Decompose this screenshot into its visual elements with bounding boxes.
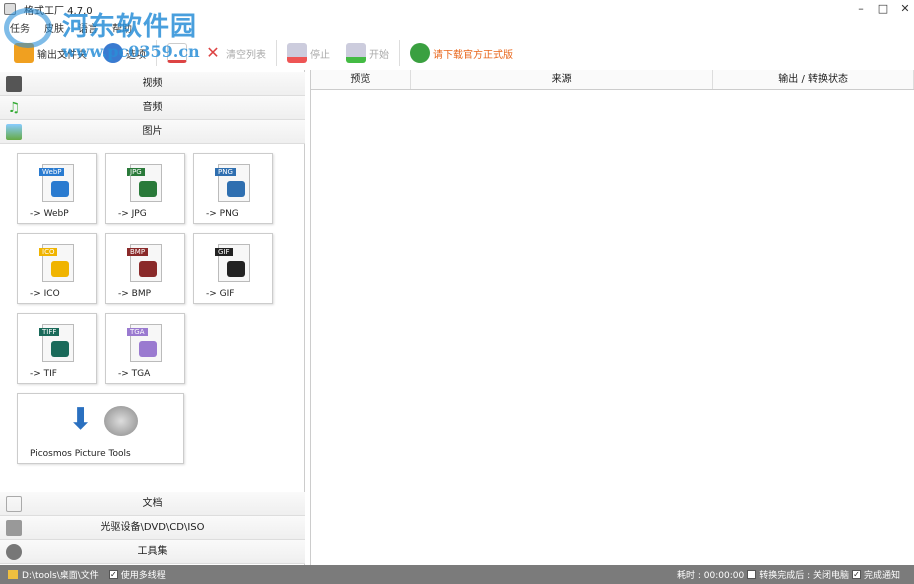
column-output-status[interactable]: 输出 / 转换状态 — [713, 70, 914, 89]
close-button[interactable]: ✕ — [894, 0, 914, 18]
download-official-link[interactable]: 请下载官方正式版 — [404, 40, 519, 66]
tile-label: -> ICO — [30, 289, 60, 299]
format-tag: JPG — [127, 168, 145, 176]
format-tile-png[interactable]: PNG -> PNG — [193, 153, 273, 224]
download-label: 请下载官方正式版 — [433, 49, 513, 61]
category-label: 工具集 — [137, 546, 168, 557]
column-source[interactable]: 来源 — [411, 70, 714, 89]
format-picture-icon — [51, 261, 69, 277]
format-tile-ico[interactable]: ICO -> ICO — [17, 233, 97, 304]
watermark-url: www.pc0359.cn — [62, 42, 200, 61]
file-icon: ICO — [39, 244, 74, 282]
format-tag: BMP — [127, 248, 149, 256]
watermark-logo — [4, 8, 52, 48]
format-picture-icon — [51, 341, 69, 357]
category-panel: 视频 ♫ 音频 图片 WebP -> WebP JPG -> JPG PNG -> PNG I… — [0, 70, 305, 565]
file-icon: TIFF — [39, 324, 74, 362]
format-tile-bmp[interactable]: BMP -> BMP — [105, 233, 185, 304]
clear-list-button[interactable]: ✕ 清空列表 — [197, 40, 272, 66]
format-tag: TIFF — [39, 328, 60, 336]
file-icon: WebP — [39, 164, 74, 202]
task-list: 预览 来源 输出 / 转换状态 — [310, 70, 914, 565]
multithread-checkbox[interactable]: ✓ — [108, 570, 118, 579]
divider — [399, 40, 400, 66]
picosmos-tools-tile[interactable]: ⬇ Picosmos Picture Tools — [17, 393, 184, 464]
category-disc[interactable]: 光驱设备\DVD\CD\ISO — [0, 516, 305, 540]
start-label: 开始 — [369, 49, 389, 61]
format-picture-icon — [227, 181, 245, 197]
film-icon — [6, 76, 22, 92]
minimize-button[interactable]: – — [850, 0, 872, 18]
stop-label: 停止 — [310, 49, 330, 61]
multithread-label: 使用多线程 — [120, 571, 166, 581]
format-tag: ICO — [39, 248, 58, 256]
format-picture-icon — [139, 261, 157, 277]
column-preview[interactable]: 预览 — [311, 70, 411, 89]
picture-icon — [6, 124, 22, 140]
status-bar: D:\tools\桌面\文件 ✓ 使用多线程 耗时 : 00:00:00 转换完… — [0, 565, 914, 584]
format-picture-icon — [139, 181, 157, 197]
format-picture-icon — [51, 181, 69, 197]
file-icon: BMP — [127, 244, 162, 282]
format-tile-webp[interactable]: WebP -> WebP — [17, 153, 97, 224]
format-tile-tiff[interactable]: TIFF -> TIF — [17, 313, 97, 384]
tile-label: -> PNG — [206, 209, 239, 219]
notify-checkbox[interactable]: ✓ — [851, 570, 861, 579]
stop-button[interactable]: 停止 — [281, 40, 336, 66]
tile-label: -> TGA — [118, 369, 151, 379]
tile-label: -> GIF — [206, 289, 235, 299]
tile-label: -> BMP — [118, 289, 152, 299]
start-icon — [346, 43, 366, 63]
folder-icon — [8, 570, 18, 579]
globe-search-icon — [410, 43, 430, 63]
file-icon: TGA — [127, 324, 162, 362]
category-label: 光驱设备\DVD\CD\ISO — [100, 522, 205, 533]
start-button[interactable]: 开始 — [340, 40, 395, 66]
tools-icon — [6, 544, 22, 560]
file-icon: PNG — [215, 164, 250, 202]
category-label: 文档 — [142, 498, 163, 509]
category-video[interactable]: 视频 — [0, 72, 305, 96]
format-tag: WebP — [39, 168, 65, 176]
watermark-text: 河东软件园 — [62, 12, 198, 42]
maximize-button[interactable]: □ — [872, 0, 894, 18]
tile-label: -> JPG — [118, 209, 147, 219]
file-icon: JPG — [127, 164, 162, 202]
arrow-down-icon: ⬇ — [68, 402, 94, 437]
stop-icon — [287, 43, 307, 63]
output-path[interactable]: D:\tools\桌面\文件 — [22, 568, 99, 581]
category-picture[interactable]: 图片 — [0, 120, 305, 144]
format-tile-tga[interactable]: TGA -> TGA — [105, 313, 185, 384]
file-icon: GIF — [215, 244, 250, 282]
document-icon — [6, 496, 22, 512]
after-convert-label: 转换完成后 : 关闭电脑 — [759, 571, 849, 581]
tile-label: -> WebP — [30, 209, 69, 219]
gear-icon — [104, 406, 138, 436]
format-picture-icon — [139, 341, 157, 357]
format-tag: GIF — [215, 248, 233, 256]
tile-label: Picosmos Picture Tools — [30, 449, 131, 459]
format-tile-gif[interactable]: GIF -> GIF — [193, 233, 273, 304]
category-document[interactable]: 文档 — [0, 492, 305, 516]
notify-label: 完成通知 — [863, 571, 900, 581]
category-label: 音频 — [142, 102, 163, 113]
format-tag: TGA — [127, 328, 148, 336]
tile-label: -> TIF — [30, 369, 57, 379]
category-tools[interactable]: 工具集 — [0, 540, 305, 564]
after-convert-checkbox[interactable] — [747, 570, 757, 579]
disc-drive-icon — [6, 520, 22, 536]
clear-icon: ✕ — [206, 43, 220, 62]
format-picture-icon — [227, 261, 245, 277]
divider — [276, 40, 277, 66]
table-header: 预览 来源 输出 / 转换状态 — [311, 70, 914, 90]
category-label: 图片 — [142, 126, 163, 137]
category-audio[interactable]: ♫ 音频 — [0, 96, 305, 120]
clear-list-label: 清空列表 — [226, 49, 266, 61]
format-tile-jpg[interactable]: JPG -> JPG — [105, 153, 185, 224]
music-icon: ♫ — [7, 100, 21, 116]
format-tag: PNG — [215, 168, 236, 176]
elapsed-time: 耗时 : 00:00:00 — [677, 571, 745, 581]
category-label: 视频 — [142, 78, 163, 89]
